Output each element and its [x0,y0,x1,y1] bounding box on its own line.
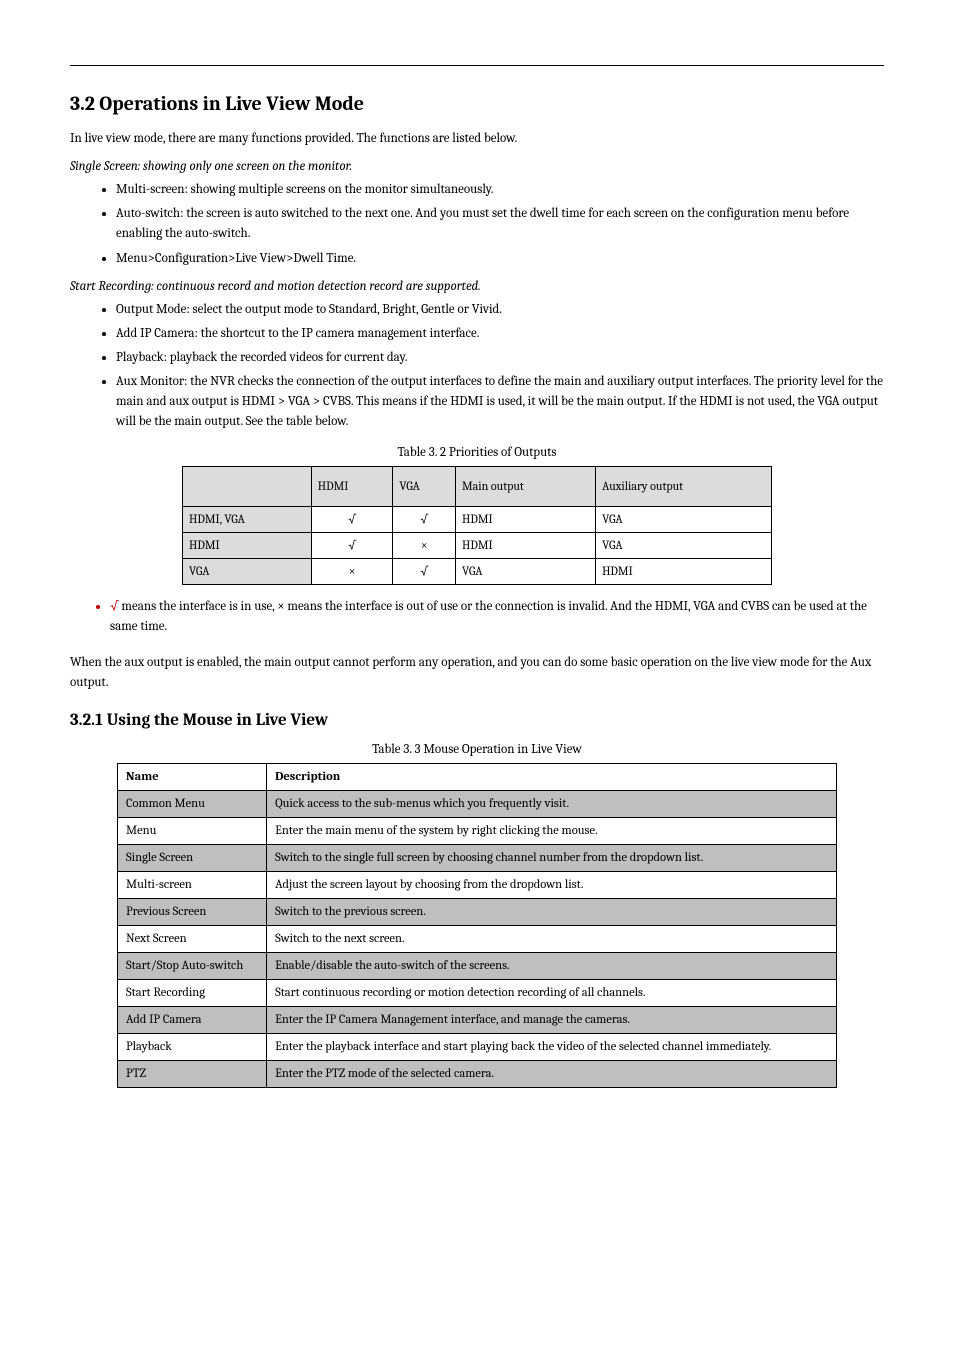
aux-paragraph: When the aux output is enabled, the main… [70,653,884,693]
td: Switch to the next screen. [267,926,837,953]
td: HDMI [455,532,595,558]
td: Enable/disable the auto-switch of the sc… [267,953,837,980]
td: HDMI [183,532,312,558]
priorities-table: HDMI VGA Main output Auxiliary output HD… [182,466,772,585]
table-1-caption: Table 3. 2 Priorities of Outputs [70,445,884,460]
th: VGA [393,466,456,506]
td: Next Screen [118,926,267,953]
table-row: HDMI √ × HDMI VGA [183,532,772,558]
th: Name [118,764,267,791]
table-row: Common Menu Quick access to the sub-menu… [118,791,837,818]
td: Common Menu [118,791,267,818]
td: HDMI, VGA [183,506,312,532]
td: √ [393,558,456,584]
td: Multi-screen [118,872,267,899]
list-item: Playback: playback the recorded videos f… [116,348,884,368]
td: Playback [118,1034,267,1061]
header-rule [70,48,884,66]
td: HDMI [455,506,595,532]
table-row: Next Screen Switch to the next screen. [118,926,837,953]
table-row: Playback Enter the playback interface an… [118,1034,837,1061]
feature-list-1: Multi-screen: showing multiple screens o… [70,180,884,269]
mouse-operation-table: Name Description Common Menu Quick acces… [117,763,837,1088]
th: Main output [455,466,595,506]
td: √ [311,532,393,558]
note-item: √ means the interface is in use, × means… [110,597,884,637]
list-item: Output Mode: select the output mode to S… [116,300,884,320]
td: Enter the playback interface and start p… [267,1034,837,1061]
table-row: Start/Stop Auto-switch Enable/disable th… [118,953,837,980]
single-screen-lead: Single Screen: showing only one screen o… [70,159,884,174]
td: Switch to the previous screen. [267,899,837,926]
note-text: means the interface is in use, × means t… [110,599,867,634]
td: Switch to the single full screen by choo… [267,845,837,872]
table-2-caption: Table 3. 3 Mouse Operation in Live View [70,742,884,757]
intro-paragraph: In live view mode, there are many functi… [70,129,884,149]
td: √ [311,506,393,532]
td: HDMI [596,558,772,584]
note-list: √ means the interface is in use, × means… [70,597,884,637]
td: VGA [455,558,595,584]
th: Auxiliary output [596,466,772,506]
td: Single Screen [118,845,267,872]
td: VGA [183,558,312,584]
td: Previous Screen [118,899,267,926]
list-item: Auto-switch: the screen is auto switched… [116,204,884,244]
table-row: VGA × √ VGA HDMI [183,558,772,584]
th [183,466,312,506]
start-recording-lead: Start Recording: continuous record and m… [70,279,884,294]
td: × [393,532,456,558]
td: Enter the main menu of the system by rig… [267,818,837,845]
list-item: Add IP Camera: the shortcut to the IP ca… [116,324,884,344]
list-item: Aux Monitor: the NVR checks the connecti… [116,372,884,432]
table-row: Single Screen Switch to the single full … [118,845,837,872]
table-row: Add IP Camera Enter the IP Camera Manage… [118,1007,837,1034]
td: Add IP Camera [118,1007,267,1034]
table-row: Multi-screen Adjust the screen layout by… [118,872,837,899]
td: × [311,558,393,584]
td: Enter the IP Camera Management interface… [267,1007,837,1034]
td: Start continuous recording or motion det… [267,980,837,1007]
subsection-title: 3.2.1 Using the Mouse in Live View [70,711,884,730]
list-item: Menu>Configuration>Live View>Dwell Time. [116,249,884,269]
td: Start Recording [118,980,267,1007]
td: Quick access to the sub-menus which you … [267,791,837,818]
table-row: Menu Enter the main menu of the system b… [118,818,837,845]
table-row: PTZ Enter the PTZ mode of the selected c… [118,1061,837,1088]
td: Start/Stop Auto-switch [118,953,267,980]
td: Menu [118,818,267,845]
table-row: HDMI, VGA √ √ HDMI VGA [183,506,772,532]
td: √ [393,506,456,532]
section-title: 3.2 Operations in Live View Mode [70,92,884,115]
td: PTZ [118,1061,267,1088]
feature-list-2: Output Mode: select the output mode to S… [70,300,884,433]
td: Adjust the screen layout by choosing fro… [267,872,837,899]
td: VGA [596,532,772,558]
th: HDMI [311,466,393,506]
td: Enter the PTZ mode of the selected camer… [267,1061,837,1088]
td: VGA [596,506,772,532]
table-row: Start Recording Start continuous recordi… [118,980,837,1007]
table-row: Previous Screen Switch to the previous s… [118,899,837,926]
list-item: Multi-screen: showing multiple screens o… [116,180,884,200]
checkmark-icon: √ [110,599,119,614]
th: Description [267,764,837,791]
